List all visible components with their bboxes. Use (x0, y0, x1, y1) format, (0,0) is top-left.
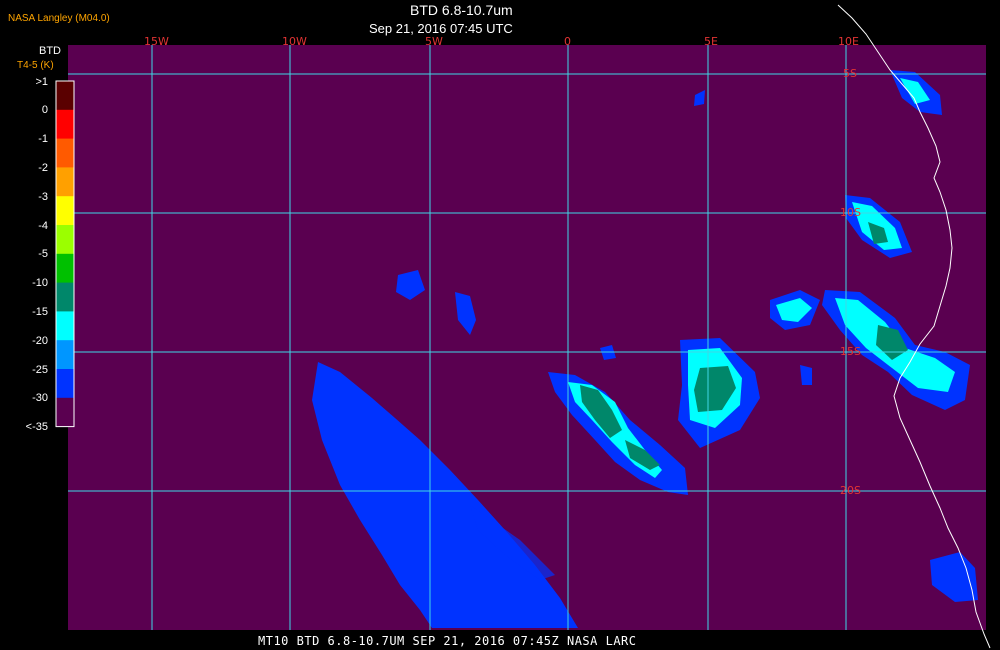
legend-tick: -2 (38, 162, 48, 174)
legend-swatch (56, 109, 74, 140)
legend-tick: >1 (35, 76, 48, 88)
product-title: BTD 6.8-10.7um (410, 2, 513, 18)
legend-title: BTD (39, 45, 61, 57)
footer-caption: MT10 BTD 6.8-10.7UM SEP 21, 2016 07:45Z … (258, 634, 637, 648)
satellite-map (55, 4, 991, 649)
legend-tick: -10 (32, 277, 48, 289)
legend-tick: -30 (32, 392, 48, 404)
legend-tick: -25 (32, 364, 48, 376)
legend-tick: -4 (38, 220, 48, 232)
legend-swatch (56, 369, 74, 399)
agency-label: NASA Langley (M04.0) (8, 13, 110, 24)
legend-tick: -3 (38, 191, 48, 203)
lat-label-15s: 15S (840, 345, 861, 358)
lon-label-10e: 10E (838, 35, 859, 48)
timestamp: Sep 21, 2016 07:45 UTC (369, 21, 513, 36)
legend-swatch (56, 311, 74, 341)
legend-tick: -5 (38, 248, 48, 260)
legend-tick: 0 (41, 104, 48, 116)
legend-tick: -20 (32, 335, 48, 347)
legend-swatch (56, 167, 74, 197)
lon-label-5e: 5E (704, 35, 718, 48)
legend-tick: <-35 (25, 421, 48, 433)
legend-swatch (56, 340, 74, 370)
legend-swatch (56, 282, 74, 312)
legend-colorbar (55, 80, 75, 428)
legend-tick: -1 (38, 133, 48, 145)
legend-swatch (56, 225, 74, 255)
lat-label-10s: 10S (840, 206, 861, 219)
lat-label-20s: 20S (840, 484, 861, 497)
legend-swatch (56, 81, 74, 111)
legend-tick: -15 (32, 306, 48, 318)
lon-label-0: 0 (564, 35, 571, 48)
legend-swatch (56, 253, 74, 284)
legend-unit: T4-5 (K) (17, 60, 54, 71)
lat-label-5s: 5S (843, 67, 857, 80)
lon-label-5w: 5W (425, 35, 443, 48)
lon-label-10w: 10W (282, 35, 307, 48)
lon-label-15w: 15W (144, 35, 169, 48)
legend-swatch (56, 397, 74, 428)
legend-swatch (56, 196, 74, 226)
legend-swatch (56, 138, 74, 168)
